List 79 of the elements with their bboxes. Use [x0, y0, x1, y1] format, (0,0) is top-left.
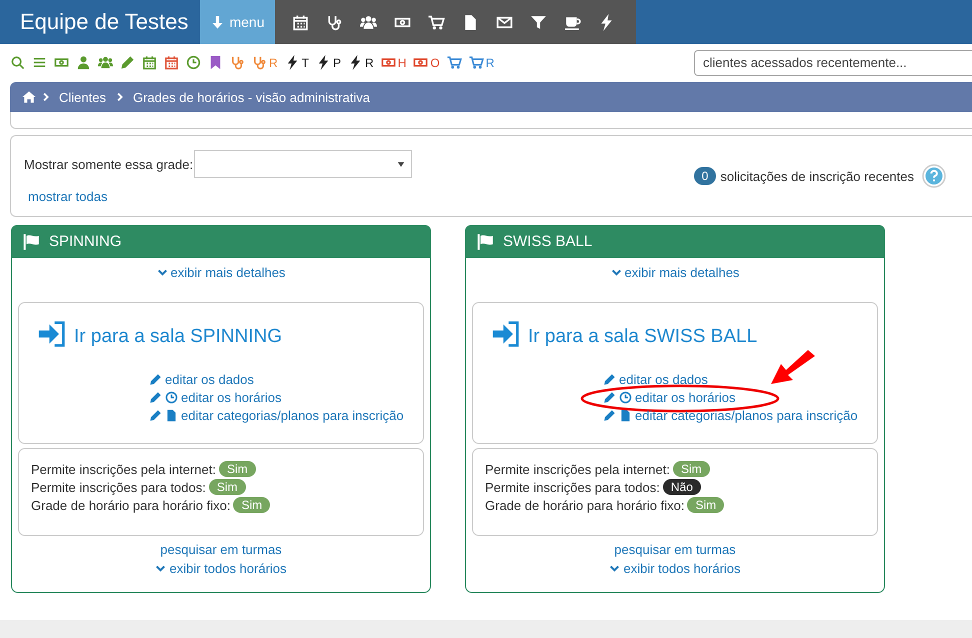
stethoscope-icon[interactable]: [326, 14, 342, 30]
setting-label: Permite inscrições para todos:: [31, 480, 206, 494]
edit-link[interactable]: editar os dados: [619, 372, 708, 387]
setting-label: Permite inscrições pela internet:: [485, 462, 670, 476]
status-badge: Sim: [233, 497, 270, 513]
clock-icon[interactable]: [186, 55, 201, 70]
search-classes-link[interactable]: pesquisar em turmas: [160, 542, 282, 557]
breadcrumb-link[interactable]: Clientes: [59, 90, 106, 104]
pencil-icon: [603, 391, 616, 404]
tool-letter[interactable]: R: [269, 56, 278, 70]
clock-icon: [165, 391, 178, 404]
pencil-icon: [603, 409, 616, 422]
edit-link[interactable]: editar os dados: [165, 372, 254, 387]
pencil-icon: [149, 373, 162, 386]
show-schedules-link[interactable]: exibir todos horários: [609, 561, 741, 576]
list-icon[interactable]: [32, 55, 47, 70]
menu-button[interactable]: menu: [200, 0, 275, 44]
pencil-icon: [149, 391, 162, 404]
help-icon[interactable]: [922, 164, 946, 188]
cart-icon[interactable]: [468, 55, 484, 70]
status-badge: Sim: [687, 497, 724, 513]
tool-letter[interactable]: R: [486, 56, 494, 70]
home-icon[interactable]: [22, 90, 36, 104]
search-classes-link[interactable]: pesquisar em turmas: [614, 542, 736, 557]
edit-link[interactable]: editar categorias/planos para inscrição: [635, 408, 858, 423]
chevron-down-icon: [156, 267, 168, 278]
edit-link[interactable]: editar categorias/planos para inscrição: [181, 408, 404, 423]
chevron-down-icon: [610, 267, 622, 278]
pencil-icon[interactable]: [120, 55, 135, 70]
room-name: SWISS BALL: [503, 233, 592, 250]
flag-icon: [22, 232, 40, 250]
chevron-down-icon: [155, 563, 166, 574]
tool-letter[interactable]: P: [333, 56, 342, 70]
flag-icon: [476, 232, 494, 250]
room-name: SPINNING: [49, 233, 122, 250]
calendar-icon[interactable]: [142, 55, 157, 70]
users-icon[interactable]: [98, 55, 113, 70]
tool-letter[interactable]: R: [365, 56, 374, 70]
pencil-icon: [603, 373, 616, 386]
details-link[interactable]: exibir mais detalhes: [156, 265, 286, 280]
tool-letter[interactable]: H: [398, 56, 406, 70]
filter-icon[interactable]: [530, 14, 546, 30]
setting-label: Grade de horário para horário fixo:: [485, 498, 684, 512]
setting-label: Permite inscrições pela internet:: [31, 462, 216, 476]
details-link[interactable]: exibir mais detalhes: [610, 265, 740, 280]
chevron-right-icon: [41, 92, 51, 102]
cart-icon[interactable]: [428, 14, 444, 30]
status-badge: Sim: [208, 479, 246, 495]
search-icon[interactable]: [10, 55, 25, 70]
chevron-right-icon: [114, 92, 125, 102]
user-icon[interactable]: [76, 55, 91, 70]
enter-room-link[interactable]: Ir para a sala SPINNING: [74, 326, 282, 348]
requests-label: solicitações de inscrição recentes: [720, 168, 914, 184]
status-badge: Sim: [218, 461, 256, 477]
show-schedules-link[interactable]: exibir todos horários: [155, 561, 287, 576]
setting-label: Permite inscrições para todos:: [485, 480, 660, 494]
status-badge: Sim: [672, 461, 710, 477]
file-icon: [619, 409, 632, 422]
breadcrumb-link[interactable]: Grades de horários - visão administrativa: [132, 90, 370, 104]
filter-label: Mostrar somente essa grade:: [24, 156, 194, 172]
chevron-down-icon: [609, 563, 620, 574]
enter-room-link[interactable]: Ir para a sala SWISS BALL: [528, 326, 758, 348]
clock-icon: [619, 391, 632, 404]
edit-link[interactable]: editar os horários: [181, 390, 282, 405]
users-icon[interactable]: [360, 14, 376, 30]
bookmark-icon[interactable]: [208, 55, 223, 70]
caret-icon: [397, 160, 406, 168]
tool-letter[interactable]: O: [430, 56, 440, 70]
calendar-icon[interactable]: [164, 55, 179, 70]
setting-label: Grade de horário para horário fixo:: [31, 498, 230, 512]
count-badge: 0: [694, 167, 716, 185]
recent-clients-field[interactable]: clientes acessados recentemente...: [694, 50, 972, 76]
file-icon: [165, 409, 178, 422]
status-badge: Não: [662, 479, 701, 495]
tool-letter[interactable]: T: [302, 56, 310, 70]
pencil-icon: [149, 409, 162, 422]
app-title: Equipe de Testes: [19, 8, 190, 36]
cart-icon[interactable]: [446, 55, 462, 70]
show-all-link[interactable]: mostrar todas: [28, 189, 108, 204]
